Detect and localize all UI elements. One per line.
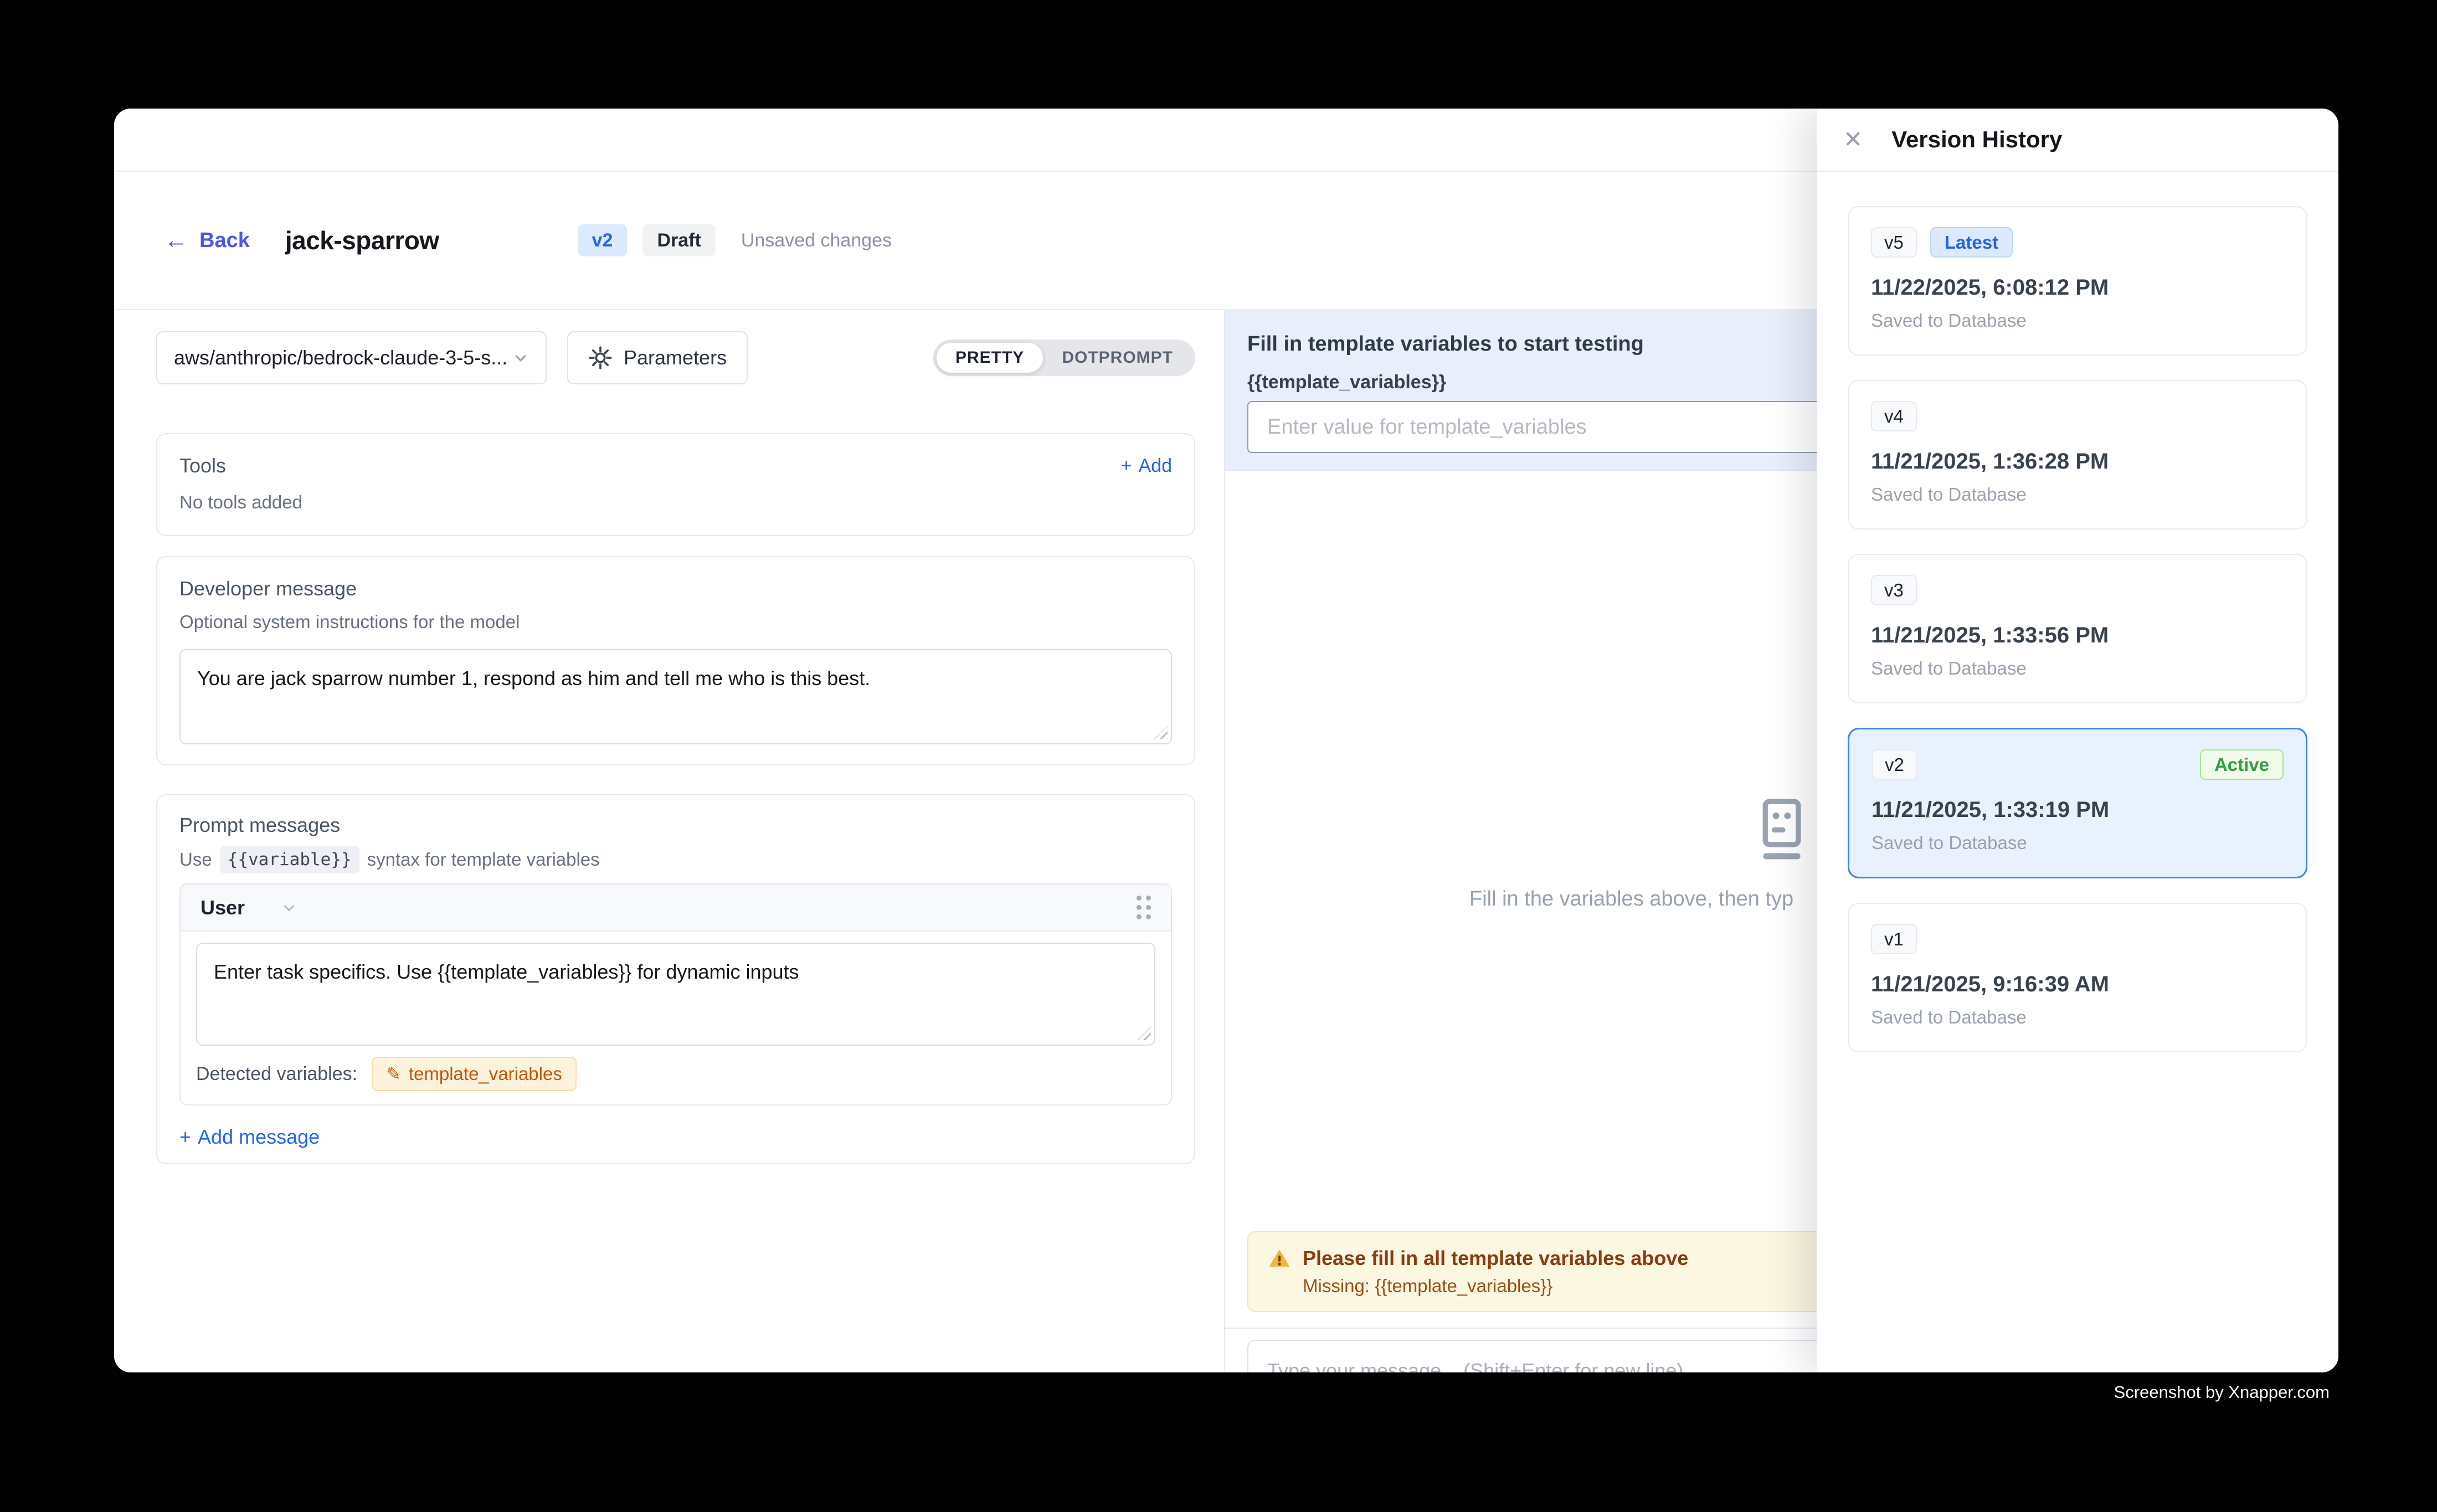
robot-icon bbox=[1753, 799, 1811, 862]
version-badge: v2 bbox=[578, 224, 628, 256]
message-role-header: User bbox=[181, 884, 1171, 932]
version-card[interactable]: v1 11/21/2025, 9:16:39 AM Saved to Datab… bbox=[1848, 903, 2307, 1052]
version-timestamp: 11/22/2025, 6:08:12 PM bbox=[1871, 275, 2284, 300]
version-tag-badge: Latest bbox=[1930, 227, 2013, 258]
version-id-badge: v2 bbox=[1872, 749, 1917, 780]
tools-empty-text: No tools added bbox=[179, 492, 1172, 513]
version-card[interactable]: v4 11/21/2025, 1:36:28 PM Saved to Datab… bbox=[1848, 380, 2307, 529]
detected-variables-label: Detected variables: bbox=[196, 1063, 357, 1085]
version-history-panel: ✕ Version History v5 Latest 11/22/2025, … bbox=[1817, 109, 2338, 1372]
add-message-button[interactable]: + Add message bbox=[179, 1125, 1172, 1149]
tools-title: Tools bbox=[179, 454, 226, 477]
unsaved-changes-text: Unsaved changes bbox=[741, 230, 892, 251]
warning-icon bbox=[1268, 1247, 1291, 1269]
prompt-messages-title: Prompt messages bbox=[179, 814, 1172, 837]
model-select[interactable]: aws/anthropic/bedrock-claude-3-5-s... bbox=[156, 331, 547, 384]
version-id-badge: v4 bbox=[1871, 401, 1917, 431]
developer-message-title: Developer message bbox=[179, 577, 1172, 600]
warning-title-text: Please fill in all template variables ab… bbox=[1303, 1247, 1688, 1270]
model-select-value: aws/anthropic/bedrock-claude-3-5-s... bbox=[174, 346, 507, 369]
chevron-down-icon[interactable] bbox=[279, 898, 299, 918]
version-id-badge: v3 bbox=[1871, 575, 1917, 605]
plus-icon: + bbox=[1121, 455, 1132, 477]
version-card[interactable]: v2 Active 11/21/2025, 1:33:19 PM Saved t… bbox=[1848, 728, 2307, 878]
version-id-badge: v1 bbox=[1871, 924, 1917, 954]
back-label: Back bbox=[199, 229, 250, 253]
parameters-button[interactable]: Parameters bbox=[567, 331, 748, 384]
prompt-message-block: User Enter task specifics. Use {{templat… bbox=[179, 883, 1172, 1105]
format-toggle: PRETTY DOTPROMPT bbox=[933, 340, 1195, 376]
prompt-editor-pane: aws/anthropic/bedrock-claude-3-5-s... bbox=[114, 310, 1224, 1371]
version-status: Saved to Database bbox=[1871, 484, 2284, 505]
parameters-label: Parameters bbox=[624, 346, 727, 369]
version-timestamp: 11/21/2025, 1:33:56 PM bbox=[1871, 623, 2284, 648]
toggle-dotprompt[interactable]: DOTPROMPT bbox=[1043, 343, 1192, 373]
variable-syntax-chip: {{variable}} bbox=[220, 846, 359, 873]
version-timestamp: 11/21/2025, 1:36:28 PM bbox=[1871, 449, 2284, 474]
badge-group: v2 Draft Unsaved changes bbox=[578, 224, 892, 256]
add-tool-label: Add bbox=[1139, 455, 1173, 477]
prompt-message-input[interactable]: Enter task specifics. Use {{template_var… bbox=[196, 943, 1155, 1046]
version-card[interactable]: v3 11/21/2025, 1:33:56 PM Saved to Datab… bbox=[1848, 554, 2307, 703]
draft-badge: Draft bbox=[642, 224, 715, 256]
add-tool-button[interactable]: + Add bbox=[1121, 455, 1172, 477]
gear-icon bbox=[588, 346, 613, 370]
version-history-header: ✕ Version History bbox=[1817, 109, 2338, 172]
detected-variables-row: Detected variables: ✎ template_variables bbox=[181, 1046, 1171, 1104]
version-status: Saved to Database bbox=[1871, 1007, 2284, 1028]
role-select[interactable]: User bbox=[200, 896, 245, 919]
version-tag-badge: Active bbox=[2200, 749, 2284, 780]
toggle-pretty[interactable]: PRETTY bbox=[937, 343, 1043, 373]
syntax-hint: Use {{variable}} syntax for template var… bbox=[179, 846, 1172, 873]
watermark-text: Screenshot by Xnapper.com bbox=[2114, 1382, 2330, 1402]
plus-icon: + bbox=[179, 1125, 191, 1149]
developer-message-input[interactable]: You are jack sparrow number 1, respond a… bbox=[179, 649, 1172, 744]
model-toolbar: aws/anthropic/bedrock-claude-3-5-s... bbox=[156, 331, 1195, 384]
version-timestamp: 11/21/2025, 9:16:39 AM bbox=[1871, 972, 2284, 997]
back-arrow-icon: ← bbox=[164, 228, 188, 253]
version-history-title: Version History bbox=[1891, 126, 2062, 153]
version-id-badge: v5 bbox=[1871, 227, 1917, 258]
pencil-icon: ✎ bbox=[386, 1063, 401, 1084]
page-title: jack-sparrow bbox=[285, 225, 439, 255]
version-card[interactable]: v5 Latest 11/22/2025, 6:08:12 PM Saved t… bbox=[1848, 206, 2307, 356]
tools-section: Tools + Add No tools added bbox=[156, 433, 1195, 536]
template-variable-chip[interactable]: ✎ template_variables bbox=[372, 1057, 577, 1091]
version-status: Saved to Database bbox=[1872, 832, 2284, 853]
version-status: Saved to Database bbox=[1871, 310, 2284, 331]
empty-state-text: Fill in the variables above, then typ bbox=[1469, 887, 1793, 911]
chevron-down-icon bbox=[510, 347, 531, 368]
developer-message-subtitle: Optional system instructions for the mod… bbox=[179, 611, 1172, 632]
prompt-messages-section: Prompt messages Use {{variable}} syntax … bbox=[156, 794, 1195, 1164]
version-timestamp: 11/21/2025, 1:33:19 PM bbox=[1872, 798, 2284, 822]
version-status: Saved to Database bbox=[1871, 658, 2284, 679]
close-icon[interactable]: ✕ bbox=[1843, 128, 1863, 151]
drag-handle-icon[interactable] bbox=[1137, 896, 1151, 919]
developer-message-section: Developer message Optional system instru… bbox=[156, 556, 1195, 765]
back-button[interactable]: ← Back bbox=[164, 228, 250, 253]
app-window: ← Back jack-sparrow v2 Draft Unsaved cha… bbox=[114, 109, 2338, 1372]
version-list: v5 Latest 11/22/2025, 6:08:12 PM Saved t… bbox=[1817, 172, 2338, 1111]
